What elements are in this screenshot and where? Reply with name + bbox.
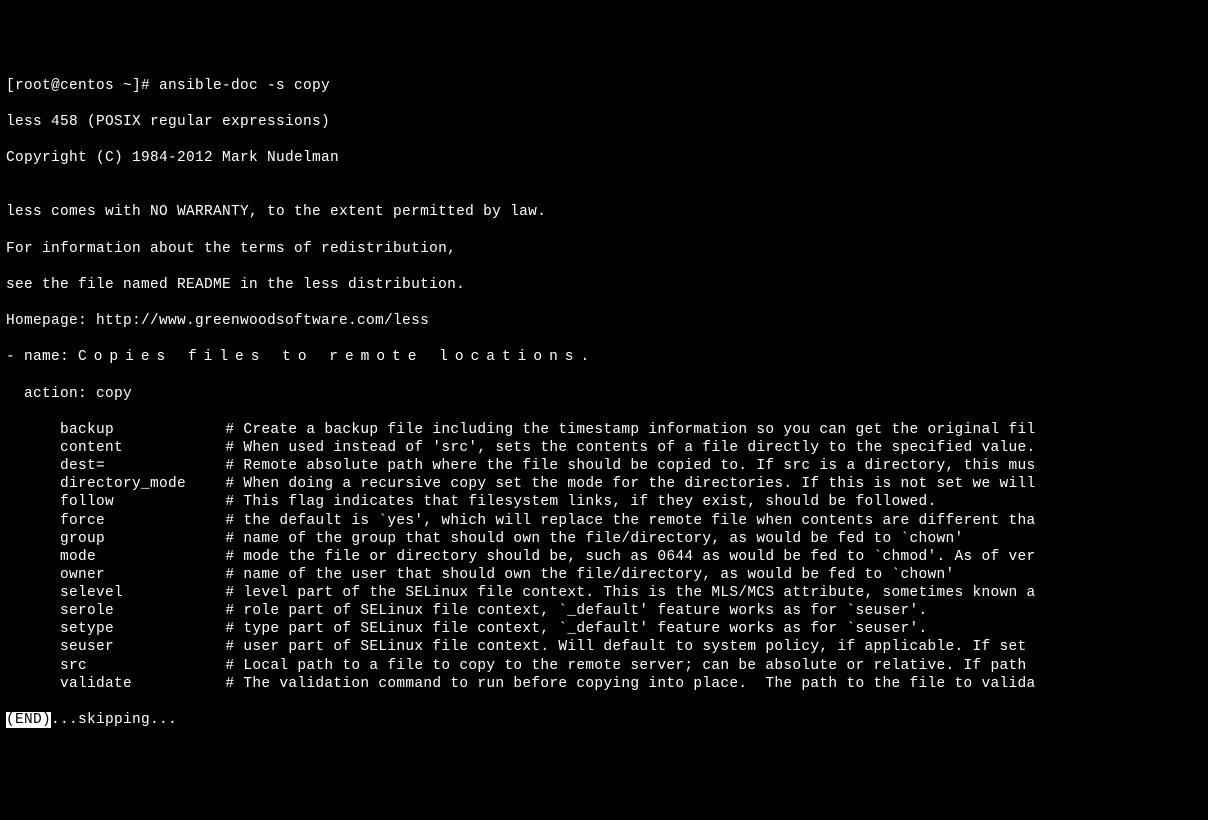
- option-description: When used instead of 'src', sets the con…: [243, 439, 1035, 457]
- option-indent: [6, 602, 60, 620]
- option-separator: #: [225, 548, 243, 566]
- shell-prompt: [root@centos ~]# ansible-doc -s copy: [6, 77, 1202, 95]
- option-separator: #: [225, 475, 243, 493]
- option-name: dest=: [60, 457, 225, 475]
- option-separator: #: [225, 457, 243, 475]
- option-name: setype: [60, 620, 225, 638]
- option-indent: [6, 620, 60, 638]
- option-name: mode: [60, 548, 225, 566]
- option-row: group# name of the group that should own…: [6, 530, 1202, 548]
- action-line: action: copy: [6, 385, 1202, 403]
- option-description: The validation command to run before cop…: [243, 675, 1035, 693]
- option-indent: [6, 493, 60, 511]
- option-indent: [6, 512, 60, 530]
- option-indent: [6, 421, 60, 439]
- option-name: seuser: [60, 638, 225, 656]
- option-separator: #: [225, 620, 243, 638]
- option-indent: [6, 657, 60, 675]
- option-indent: [6, 439, 60, 457]
- option-indent: [6, 548, 60, 566]
- option-separator: #: [225, 512, 243, 530]
- option-indent: [6, 475, 60, 493]
- skipping-text: ...skipping...: [51, 712, 177, 728]
- option-row: src# Local path to a file to copy to the…: [6, 657, 1202, 675]
- option-name: content: [60, 439, 225, 457]
- warranty-line: less comes with NO WARRANTY, to the exte…: [6, 203, 1202, 221]
- option-description: This flag indicates that filesystem link…: [243, 493, 936, 511]
- info-line-2: see the file named README in the less di…: [6, 276, 1202, 294]
- option-indent: [6, 675, 60, 693]
- module-name-line: - name: Copies files to remote locations…: [6, 348, 1202, 366]
- option-separator: #: [225, 584, 243, 602]
- option-row: selevel# level part of the SELinux file …: [6, 584, 1202, 602]
- option-name: validate: [60, 675, 225, 693]
- option-row: owner# name of the user that should own …: [6, 566, 1202, 584]
- option-description: name of the user that should own the fil…: [243, 566, 954, 584]
- option-row: force# the default is `yes', which will …: [6, 512, 1202, 530]
- option-name: follow: [60, 493, 225, 511]
- option-description: the default is `yes', which will replace…: [243, 512, 1035, 530]
- option-separator: #: [225, 675, 243, 693]
- info-line-1: For information about the terms of redis…: [6, 240, 1202, 258]
- homepage-line: Homepage: http://www.greenwoodsoftware.c…: [6, 312, 1202, 330]
- name-prefix: - name:: [6, 349, 69, 365]
- option-separator: #: [225, 493, 243, 511]
- option-row: validate# The validation command to run …: [6, 675, 1202, 693]
- option-separator: #: [225, 657, 243, 675]
- option-name: force: [60, 512, 225, 530]
- option-description: When doing a recursive copy set the mode…: [243, 475, 1035, 493]
- option-indent: [6, 530, 60, 548]
- option-row: backup# Create a backup file including t…: [6, 421, 1202, 439]
- option-name: serole: [60, 602, 225, 620]
- less-version: less 458 (POSIX regular expressions): [6, 113, 1202, 131]
- option-name: src: [60, 657, 225, 675]
- option-description: role part of SELinux file context, `_def…: [243, 602, 927, 620]
- option-row: setype# type part of SELinux file contex…: [6, 620, 1202, 638]
- option-row: follow# This flag indicates that filesys…: [6, 493, 1202, 511]
- option-description: user part of SELinux file context. Will …: [243, 638, 1026, 656]
- option-separator: #: [225, 439, 243, 457]
- option-row: directory_mode# When doing a recursive c…: [6, 475, 1202, 493]
- option-separator: #: [225, 566, 243, 584]
- option-row: serole# role part of SELinux file contex…: [6, 602, 1202, 620]
- option-name: selevel: [60, 584, 225, 602]
- option-name: owner: [60, 566, 225, 584]
- option-description: Create a backup file including the times…: [243, 421, 1035, 439]
- name-text: Copies files to remote locations.: [78, 349, 596, 365]
- option-description: name of the group that should own the fi…: [243, 530, 963, 548]
- copyright-line: Copyright (C) 1984-2012 Mark Nudelman: [6, 149, 1202, 167]
- option-description: mode the file or directory should be, su…: [243, 548, 1035, 566]
- option-description: Remote absolute path where the file shou…: [243, 457, 1035, 475]
- option-indent: [6, 566, 60, 584]
- option-description: level part of the SELinux file context. …: [243, 584, 1035, 602]
- option-separator: #: [225, 421, 243, 439]
- option-indent: [6, 457, 60, 475]
- option-name: group: [60, 530, 225, 548]
- option-separator: #: [225, 530, 243, 548]
- end-marker: (END): [6, 712, 51, 728]
- option-row: seuser# user part of SELinux file contex…: [6, 638, 1202, 656]
- option-separator: #: [225, 602, 243, 620]
- option-name: directory_mode: [60, 475, 225, 493]
- pager-status-line[interactable]: (END)...skipping...: [6, 711, 1202, 729]
- option-row: content# When used instead of 'src', set…: [6, 439, 1202, 457]
- option-indent: [6, 638, 60, 656]
- options-list: backup# Create a backup file including t…: [6, 421, 1202, 693]
- option-indent: [6, 584, 60, 602]
- option-description: Local path to a file to copy to the remo…: [243, 657, 1026, 675]
- option-name: backup: [60, 421, 225, 439]
- option-description: type part of SELinux file context, `_def…: [243, 620, 927, 638]
- option-row: mode# mode the file or directory should …: [6, 548, 1202, 566]
- option-row: dest=# Remote absolute path where the fi…: [6, 457, 1202, 475]
- option-separator: #: [225, 638, 243, 656]
